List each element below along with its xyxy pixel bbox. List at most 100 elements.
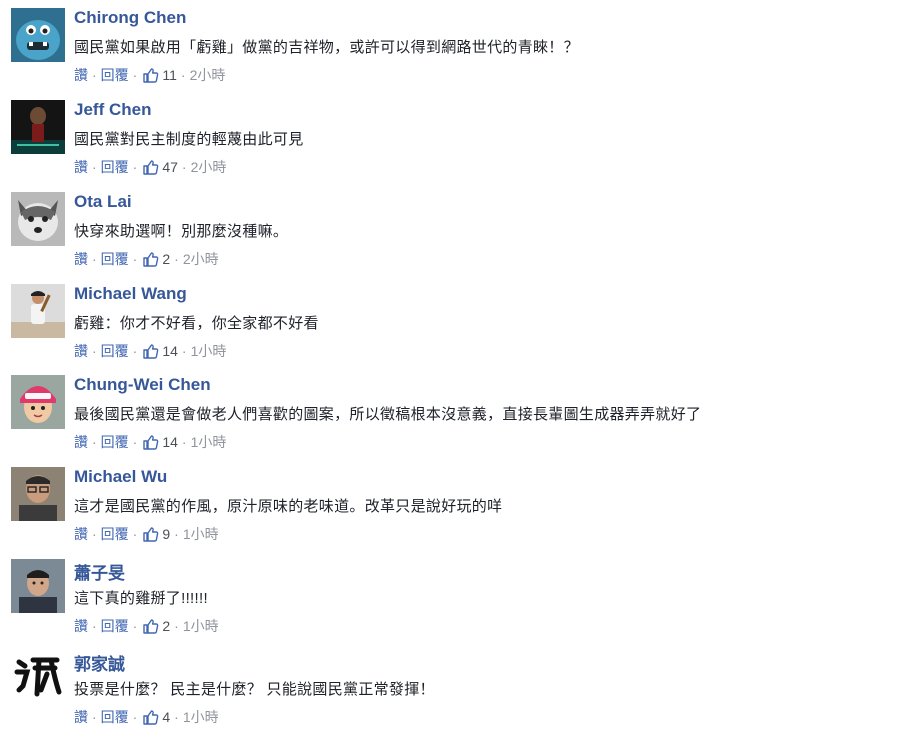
separator-dot: · bbox=[132, 159, 138, 175]
avatar[interactable] bbox=[11, 650, 65, 704]
thumbs-up-icon[interactable] bbox=[142, 434, 159, 451]
reply-link[interactable]: 回覆 bbox=[101, 249, 129, 269]
avatar[interactable] bbox=[11, 375, 65, 429]
separator-dot: · bbox=[132, 709, 138, 725]
like-link[interactable]: 讚 bbox=[74, 157, 88, 177]
separator-dot: · bbox=[92, 159, 97, 175]
man-glasses-avatar-icon bbox=[11, 467, 65, 521]
like-link[interactable]: 讚 bbox=[74, 707, 88, 727]
comment-text: 國民黨對民主制度的輕蔑由此可見 bbox=[74, 131, 304, 148]
reply-link[interactable]: 回覆 bbox=[101, 341, 129, 361]
comment-item: 郭家誠 投票是什麼？ 民主是什麼？ 只能說國民黨正常發揮！ 讚 · 回覆 · 4… bbox=[0, 642, 907, 734]
avatar[interactable] bbox=[11, 284, 65, 338]
reply-link[interactable]: 回覆 bbox=[101, 157, 129, 177]
dark-poster-avatar-icon bbox=[11, 100, 65, 154]
comment-actions: 讚 · 回覆 · 9 · 1小時 bbox=[74, 525, 219, 543]
separator-dot: · bbox=[132, 343, 138, 359]
like-count[interactable]: 14 bbox=[162, 343, 178, 359]
thumbs-up-icon[interactable] bbox=[142, 526, 159, 543]
man-portrait-avatar-icon bbox=[11, 559, 65, 613]
separator-dot: · bbox=[174, 618, 179, 634]
separator-dot: · bbox=[181, 159, 187, 175]
separator-dot: · bbox=[92, 67, 97, 83]
comment-text: 這下真的雞掰了!!!!!! bbox=[74, 590, 208, 607]
separator-dot: · bbox=[174, 709, 179, 725]
separator-dot: · bbox=[181, 434, 187, 450]
comment-item: Jeff Chen 國民黨對民主制度的輕蔑由此可見 讚 · 回覆 · 47 · … bbox=[0, 92, 907, 184]
like-count[interactable]: 2 bbox=[162, 251, 170, 267]
separator-dot: · bbox=[181, 343, 187, 359]
separator-dot: · bbox=[174, 526, 179, 542]
like-link[interactable]: 讚 bbox=[74, 65, 88, 85]
comment-timestamp[interactable]: 1小時 bbox=[183, 616, 219, 636]
reply-link[interactable]: 回覆 bbox=[101, 616, 129, 636]
thumbs-up-icon[interactable] bbox=[142, 251, 159, 268]
separator-dot: · bbox=[132, 434, 138, 450]
comment-author[interactable]: Michael Wang bbox=[74, 284, 187, 304]
comment-timestamp[interactable]: 1小時 bbox=[183, 524, 219, 544]
comment-text: 國民黨如果啟用「虧雞」做黨的吉祥物，或許可以得到網路世代的青睞！？ bbox=[74, 39, 579, 56]
avatar[interactable] bbox=[11, 559, 65, 613]
comment-author[interactable]: 蕭子旻 bbox=[74, 559, 125, 584]
avatar[interactable] bbox=[11, 192, 65, 246]
comment-text: 快穿來助選啊！別那麼沒種嘛。 bbox=[74, 223, 289, 240]
separator-dot: · bbox=[174, 251, 179, 267]
comment-author[interactable]: 郭家誠 bbox=[74, 650, 125, 675]
comment-text: 投票是什麼？ 民主是什麼？ 只能說國民黨正常發揮！ bbox=[74, 681, 435, 698]
like-count[interactable]: 14 bbox=[162, 434, 178, 450]
comment-text: 這才是國民黨的作風，原汁原味的老味道。改革只是說好玩的咩 bbox=[74, 498, 503, 515]
reply-link[interactable]: 回覆 bbox=[101, 432, 129, 452]
like-count[interactable]: 4 bbox=[162, 709, 170, 725]
avatar[interactable] bbox=[11, 8, 65, 62]
avatar[interactable] bbox=[11, 100, 65, 154]
thumbs-up-icon[interactable] bbox=[142, 343, 159, 360]
reply-link[interactable]: 回覆 bbox=[101, 707, 129, 727]
comment-text: 虧雞：你才不好看，你全家都不好看 bbox=[74, 315, 319, 332]
comment-author[interactable]: Chung-Wei Chen bbox=[74, 375, 211, 395]
comment-timestamp[interactable]: 1小時 bbox=[191, 341, 227, 361]
blue-monster-avatar-icon bbox=[11, 8, 65, 62]
comment-actions: 讚 · 回覆 · 11 · 2小時 bbox=[74, 66, 225, 84]
thumbs-up-icon[interactable] bbox=[142, 709, 159, 726]
comment-timestamp[interactable]: 2小時 bbox=[191, 157, 227, 177]
avatar[interactable] bbox=[11, 467, 65, 521]
comment-author[interactable]: Chirong Chen bbox=[74, 8, 186, 28]
separator-dot: · bbox=[92, 343, 97, 359]
child-helmet-avatar-icon bbox=[11, 375, 65, 429]
like-link[interactable]: 讚 bbox=[74, 616, 88, 636]
like-count[interactable]: 11 bbox=[162, 67, 177, 83]
comment-timestamp[interactable]: 2小時 bbox=[190, 65, 226, 85]
comment-actions: 讚 · 回覆 · 2 · 1小時 bbox=[74, 617, 219, 635]
comment-item: Michael Wu 這才是國民黨的作風，原汁原味的老味道。改革只是說好玩的咩 … bbox=[0, 459, 907, 551]
like-link[interactable]: 讚 bbox=[74, 249, 88, 269]
like-link[interactable]: 讚 bbox=[74, 524, 88, 544]
comment-actions: 讚 · 回覆 · 14 · 1小時 bbox=[74, 433, 226, 451]
thumbs-up-icon[interactable] bbox=[142, 618, 159, 635]
like-count[interactable]: 47 bbox=[162, 159, 178, 175]
comment-actions: 讚 · 回覆 · 47 · 2小時 bbox=[74, 158, 226, 176]
separator-dot: · bbox=[132, 526, 138, 542]
reply-link[interactable]: 回覆 bbox=[101, 65, 129, 85]
comment-author[interactable]: Jeff Chen bbox=[74, 100, 151, 120]
thumbs-up-icon[interactable] bbox=[142, 159, 159, 176]
like-link[interactable]: 讚 bbox=[74, 341, 88, 361]
comment-author[interactable]: Ota Lai bbox=[74, 192, 132, 212]
comment-text: 最後國民黨還是會做老人們喜歡的圖案，所以徵稿根本沒意義，直接長輩圖生成器弄弄就好… bbox=[74, 406, 702, 423]
like-link[interactable]: 讚 bbox=[74, 432, 88, 452]
comment-item: 蕭子旻 這下真的雞掰了!!!!!! 讚 · 回覆 · 2 · 1小時 bbox=[0, 551, 907, 643]
comment-author[interactable]: Michael Wu bbox=[74, 467, 167, 487]
separator-dot: · bbox=[92, 709, 97, 725]
like-count[interactable]: 9 bbox=[162, 526, 170, 542]
thumbs-up-icon[interactable] bbox=[142, 67, 159, 84]
separator-dot: · bbox=[180, 67, 186, 83]
separator-dot: · bbox=[92, 434, 97, 450]
like-count[interactable]: 2 bbox=[162, 618, 170, 634]
separator-dot: · bbox=[92, 526, 97, 542]
comment-timestamp[interactable]: 2小時 bbox=[183, 249, 219, 269]
comment-item: Chung-Wei Chen 最後國民黨還是會做老人們喜歡的圖案，所以徵稿根本沒… bbox=[0, 367, 907, 459]
comment-timestamp[interactable]: 1小時 bbox=[191, 432, 227, 452]
comment-actions: 讚 · 回覆 · 14 · 1小時 bbox=[74, 342, 226, 360]
comment-list: Chirong Chen 國民黨如果啟用「虧雞」做黨的吉祥物，或許可以得到網路世… bbox=[0, 0, 907, 734]
comment-timestamp[interactable]: 1小時 bbox=[183, 707, 219, 727]
reply-link[interactable]: 回覆 bbox=[101, 524, 129, 544]
